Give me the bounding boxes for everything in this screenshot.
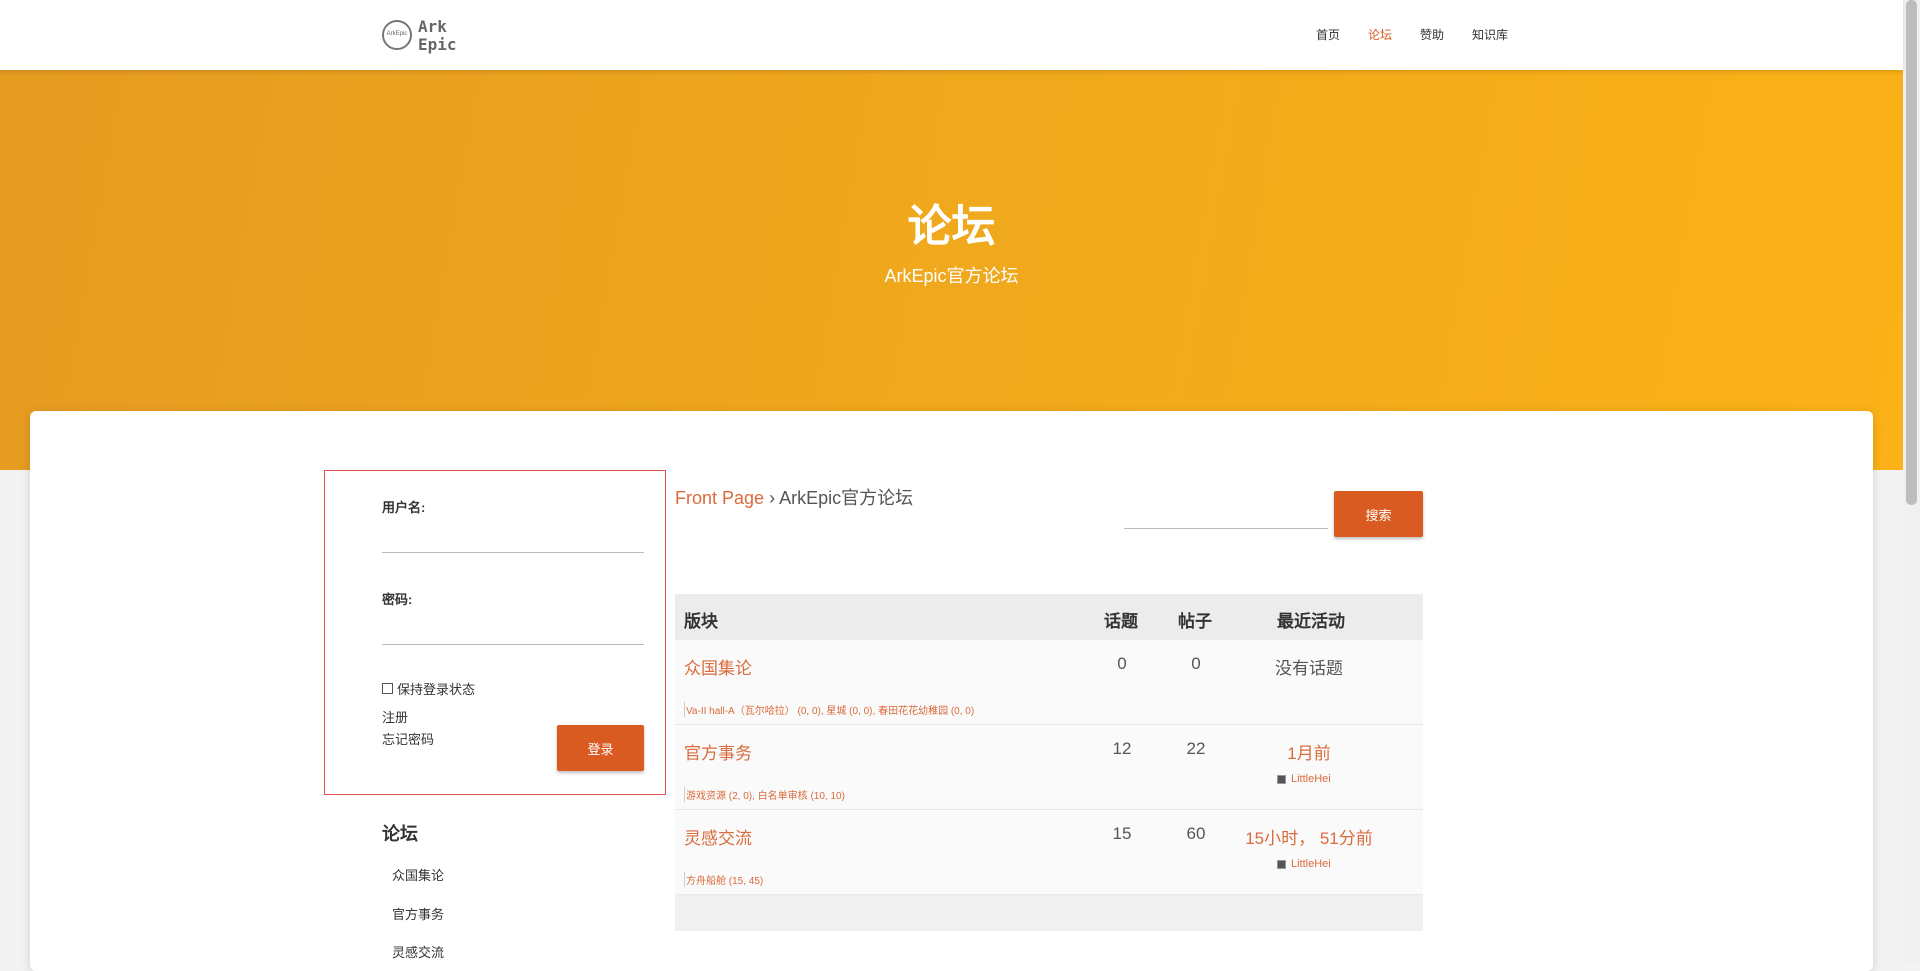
post-count: 60 bbox=[1186, 824, 1206, 843]
nav-knowledge-base[interactable]: 知识库 bbox=[1472, 26, 1508, 43]
page-title: 论坛 bbox=[907, 202, 996, 251]
subforum-links[interactable]: Va-II hall-A（瓦尔哈拉） (0, 0), 星城 (0, 0), 春田… bbox=[684, 702, 974, 717]
sidebar-title: 论坛 bbox=[382, 824, 418, 844]
forum-name-link[interactable]: 众国集论 bbox=[684, 654, 752, 679]
table-row: 灵感交流 方舟船舱 (15, 45) 15 60 15小时， 51分前 Litt… bbox=[675, 810, 1423, 895]
search-button[interactable]: 搜索 bbox=[1334, 491, 1423, 537]
topic-count: 12 bbox=[1112, 739, 1132, 758]
nav-forum[interactable]: 论坛 bbox=[1368, 26, 1392, 43]
username-input[interactable] bbox=[382, 552, 644, 553]
top-navbar: ArkEpic Ark Epic 首页 论坛 赞助 知识库 bbox=[0, 0, 1903, 70]
username-label: 用户名: bbox=[382, 500, 426, 515]
user-avatar-icon bbox=[1277, 859, 1286, 869]
last-poster[interactable]: LittleHei bbox=[1277, 858, 1331, 870]
logo-wordmark: Ark Epic bbox=[418, 17, 457, 54]
table-row: 众国集论 Va-II hall-A（瓦尔哈拉） (0, 0), 星城 (0, 0… bbox=[675, 640, 1423, 725]
breadcrumb-front-page[interactable]: Front Page bbox=[675, 488, 764, 508]
table-header: 版块 话题 帖子 最近活动 bbox=[675, 594, 1423, 640]
last-activity: 没有话题 bbox=[1275, 659, 1343, 678]
sidebar-item-forum-2[interactable]: 官方事务 bbox=[392, 904, 444, 923]
col-topics: 话题 bbox=[1104, 612, 1138, 631]
login-button[interactable]: 登录 bbox=[557, 725, 644, 771]
page-subtitle: ArkEpic官方论坛 bbox=[884, 266, 1019, 286]
site-logo[interactable]: ArkEpic Ark Epic bbox=[382, 17, 457, 56]
password-input[interactable] bbox=[382, 644, 644, 645]
sidebar-item-forum-3[interactable]: 灵感交流 bbox=[392, 942, 444, 961]
breadcrumb: Front Page › ArkEpic官方论坛 bbox=[675, 484, 913, 510]
forgot-password-link[interactable]: 忘记密码 bbox=[382, 729, 434, 748]
nav-sponsor[interactable]: 赞助 bbox=[1420, 26, 1444, 43]
sidebar-item-forum-1[interactable]: 众国集论 bbox=[392, 865, 444, 884]
subforum-links[interactable]: 方舟船舱 (15, 45) bbox=[684, 872, 763, 887]
subforum-links[interactable]: 游戏资源 (2, 0), 白名单审核 (10, 10) bbox=[684, 787, 845, 802]
last-poster-name[interactable]: LittleHei bbox=[1291, 773, 1331, 785]
page-scrollbar[interactable] bbox=[1903, 0, 1920, 963]
col-posts: 帖子 bbox=[1178, 612, 1212, 631]
nav-home[interactable]: 首页 bbox=[1316, 26, 1340, 43]
forum-name-link[interactable]: 灵感交流 bbox=[684, 824, 752, 849]
password-label: 密码: bbox=[382, 592, 413, 607]
remember-checkbox[interactable] bbox=[382, 683, 393, 694]
remember-label: 保持登录状态 bbox=[397, 682, 476, 697]
search-input[interactable] bbox=[1124, 528, 1328, 529]
last-activity-link[interactable]: 15小时， 51分前 bbox=[1235, 824, 1383, 849]
login-form: 用户名: 密码: 保持登录状态 注册 忘记密码 登录 bbox=[324, 470, 666, 795]
table-footer bbox=[675, 895, 1423, 931]
logo-emblem-icon: ArkEpic bbox=[382, 20, 412, 50]
last-poster-name[interactable]: LittleHei bbox=[1291, 858, 1331, 870]
remember-me[interactable]: 保持登录状态 bbox=[382, 679, 475, 698]
last-poster[interactable]: LittleHei bbox=[1277, 773, 1331, 785]
post-count: 22 bbox=[1186, 739, 1206, 758]
post-count: 0 bbox=[1191, 654, 1201, 673]
forum-name-link[interactable]: 官方事务 bbox=[684, 739, 752, 764]
breadcrumb-separator: › bbox=[764, 488, 780, 508]
hero-banner: 论坛 ArkEpic官方论坛 bbox=[0, 70, 1903, 470]
forum-table: 版块 话题 帖子 最近活动 众国集论 Va-II hall-A（瓦尔哈拉） (0… bbox=[675, 594, 1423, 931]
col-activity: 最近活动 bbox=[1277, 612, 1345, 631]
last-activity-link[interactable]: 1月前 bbox=[1235, 739, 1383, 764]
breadcrumb-current: ArkEpic官方论坛 bbox=[779, 488, 914, 508]
table-row: 官方事务 游戏资源 (2, 0), 白名单审核 (10, 10) 12 22 1… bbox=[675, 725, 1423, 810]
main-nav: 首页 论坛 赞助 知识库 bbox=[1316, 26, 1508, 43]
user-avatar-icon bbox=[1277, 774, 1286, 784]
scrollbar-thumb[interactable] bbox=[1906, 0, 1917, 505]
register-link[interactable]: 注册 bbox=[382, 707, 408, 726]
topic-count: 15 bbox=[1112, 824, 1132, 843]
topic-count: 0 bbox=[1117, 654, 1127, 673]
col-forum: 版块 bbox=[684, 612, 718, 631]
